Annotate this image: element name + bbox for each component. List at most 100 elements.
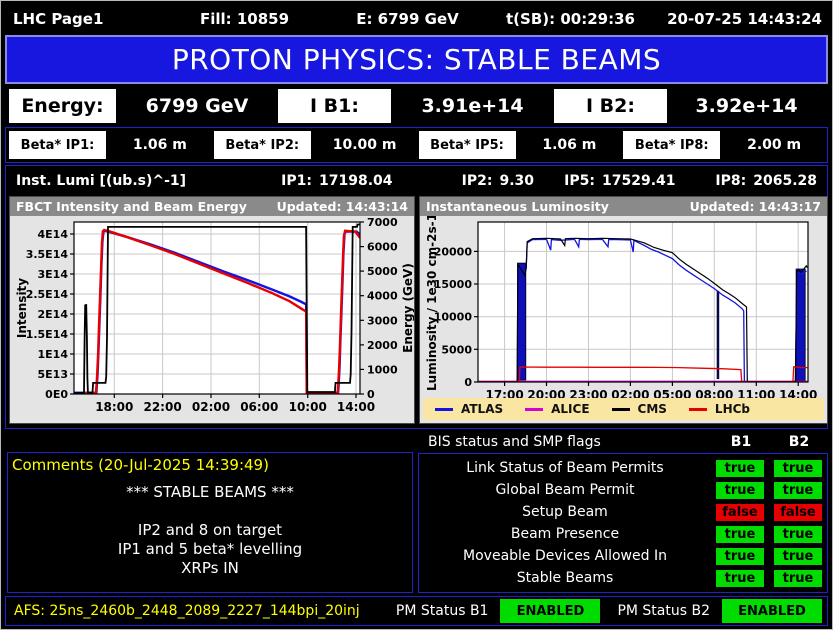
svg-text:0: 0 <box>367 388 375 401</box>
legend-swatch <box>611 407 630 411</box>
energy-value: 6799 GeV <box>116 89 278 123</box>
pm-status-b1-badge: ENABLED <box>500 599 601 623</box>
bis-row-moveable-devices: Moveable Devices Allowed In true true <box>419 546 827 566</box>
lumi-chart-legend: ATLAS ALICE CMS LHCb <box>423 398 824 420</box>
svg-text:5000: 5000 <box>441 343 472 356</box>
legend-swatch <box>688 407 707 411</box>
inst-lumi-label: Inst. Lumi [(ub.s)^-1] <box>16 173 187 189</box>
lumi-ip8-name: IP8: <box>715 173 747 189</box>
energy-intensity-row: Energy: 6799 GeV I B1: 3.91e+14 I B2: 3.… <box>9 89 826 123</box>
svg-text:17:00: 17:00 <box>485 388 523 398</box>
flag-b1: true <box>716 547 764 565</box>
svg-text:3.5E14: 3.5E14 <box>26 248 69 261</box>
svg-text:Energy (GeV): Energy (GeV) <box>401 263 414 353</box>
lumi-ip1-name: IP1: <box>281 173 312 189</box>
svg-text:7000: 7000 <box>367 216 398 229</box>
bis-row-label: Moveable Devices Allowed In <box>463 548 667 564</box>
inst-lumi-row: Inst. Lumi [(ub.s)^-1] IP1: 17198.04 IP2… <box>16 169 817 193</box>
bis-row-beam-presence: Beam Presence true true <box>419 524 827 544</box>
beta-ip8-value: 2.00 m <box>747 137 802 153</box>
svg-text:3000: 3000 <box>367 314 398 327</box>
svg-text:22:00: 22:00 <box>143 400 181 414</box>
lhc-page1-display: LHC Page1 Fill: 10859 E: 6799 GeV t(SB):… <box>0 0 833 630</box>
svg-text:4E14: 4E14 <box>38 228 69 241</box>
lumi-ip8: IP8: 2065.28 <box>676 173 817 189</box>
svg-text:5000: 5000 <box>367 265 398 278</box>
page-title: LHC Page1 <box>13 10 104 28</box>
svg-text:5E13: 5E13 <box>38 368 68 381</box>
flag-b2: true <box>774 481 822 499</box>
fbct-chart-title: FBCT Intensity and Beam Energy <box>16 199 247 214</box>
lumi-ip5-name: IP5: <box>564 173 595 189</box>
lumi-ip2-value: 9.30 <box>499 173 534 189</box>
flag-b1: true <box>716 481 764 499</box>
legend-swatch <box>435 407 453 411</box>
comments-title: Comments (20-Jul-2025 14:39:49) <box>12 456 269 474</box>
svg-text:02:00: 02:00 <box>611 388 649 398</box>
svg-text:23:00: 23:00 <box>569 388 607 398</box>
beam-energy: E: 6799 GeV <box>356 10 459 28</box>
bis-col-b1: B1 <box>730 433 752 450</box>
comments-body: *** STABLE BEAMS *** IP2 and 8 on target… <box>117 483 303 577</box>
svg-text:05:00: 05:00 <box>653 388 691 398</box>
pm-status-b2-badge: ENABLED <box>722 599 822 623</box>
svg-text:20000: 20000 <box>434 245 473 258</box>
bis-row-stable-beams: Stable Beams true true <box>419 568 827 588</box>
svg-text:Intensity: Intensity <box>15 278 29 338</box>
beta-ip2-label: Beta* IP2: <box>213 131 311 159</box>
lumi-chart-updated: Updated: 14:43:17 <box>689 199 821 214</box>
flag-b2: true <box>774 547 822 565</box>
svg-text:1.5E14: 1.5E14 <box>26 328 69 341</box>
legend-label: ATLAS <box>461 402 504 416</box>
beta-ip8-label: Beta* IP8: <box>623 131 721 159</box>
svg-text:4000: 4000 <box>367 290 398 303</box>
comments-panel: Comments (20-Jul-2025 14:39:49) *** STAB… <box>7 452 413 593</box>
bis-row-label: Setup Beam <box>522 504 608 520</box>
beta-star-row: Beta* IP1: 1.06 m Beta* IP2: 10.00 m Bet… <box>5 127 828 163</box>
svg-text:0E0: 0E0 <box>45 388 68 401</box>
svg-text:14:00: 14:00 <box>779 388 817 398</box>
luminosity-charts-section: Inst. Lumi [(ub.s)^-1] IP1: 17198.04 IP2… <box>5 165 828 429</box>
pm-status-b2-label: PM Status B2 <box>617 603 710 619</box>
fbct-chart-plot: 18:00 22:00 02:00 06:00 10:00 14:00 0E0 5E13 1E1… <box>10 216 415 427</box>
lumi-ip1: IP1: 17198.04 <box>251 173 393 189</box>
lumi-ip2-name: IP2: <box>461 173 493 189</box>
intensity-b2-label: I B2: <box>554 89 667 123</box>
bis-flags-panel: Link Status of Beam Permits true true Gl… <box>418 453 828 593</box>
beta-ip5-label: Beta* IP5: <box>418 131 516 159</box>
svg-text:18:00: 18:00 <box>95 400 133 414</box>
beta-ip1-value: 1.06 m <box>132 137 187 153</box>
svg-text:3E14: 3E14 <box>38 268 69 281</box>
intensity-b2-value: 3.92e+14 <box>667 89 826 123</box>
svg-text:1E14: 1E14 <box>38 348 69 361</box>
legend-label: LHCb <box>714 402 751 416</box>
svg-text:0: 0 <box>464 376 472 389</box>
fill-number: Fill: 10859 <box>199 10 290 28</box>
charts-row: FBCT Intensity and Beam Energy Updated: … <box>9 196 828 426</box>
lumi-ip5: IP5: 17529.41 <box>534 173 675 189</box>
flag-b2: true <box>774 525 822 543</box>
intensity-b1-value: 3.91e+14 <box>391 89 554 123</box>
mode-banner: PROTON PHYSICS: STABLE BEAMS <box>5 35 828 84</box>
bis-row-label: Global Beam Permit <box>495 482 635 498</box>
flag-b1: true <box>716 569 764 587</box>
afs-scheme: AFS: 25ns_2460b_2448_2089_2227_144bpi_20… <box>14 603 360 619</box>
svg-text:10:00: 10:00 <box>289 400 327 414</box>
legend-item: ATLAS <box>435 402 503 416</box>
lumi-ip8-value: 2065.28 <box>753 173 817 189</box>
fbct-chart-header: FBCT Intensity and Beam Energy Updated: … <box>10 197 414 216</box>
time-in-stable-beams: t(SB): 00:29:36 <box>506 10 635 28</box>
lumi-chart-plot: 17:00 20:00 23:00 02:00 05:00 08:00 11:00 14:00… <box>420 213 827 402</box>
lumi-ip1-value: 17198.04 <box>318 173 393 189</box>
legend-item: LHCb <box>688 402 751 416</box>
legend-label: CMS <box>637 402 667 416</box>
fbct-intensity-chart-panel: FBCT Intensity and Beam Energy Updated: … <box>9 196 415 424</box>
svg-text:2E14: 2E14 <box>38 308 69 321</box>
svg-text:02:00: 02:00 <box>192 400 230 414</box>
svg-text:20:00: 20:00 <box>527 388 565 398</box>
svg-text:08:00: 08:00 <box>695 388 733 398</box>
svg-text:15000: 15000 <box>434 278 473 291</box>
beta-ip5-value: 1.06 m <box>542 137 597 153</box>
svg-text:14:00: 14:00 <box>337 400 375 414</box>
intensity-b1-label: I B1: <box>278 89 391 123</box>
